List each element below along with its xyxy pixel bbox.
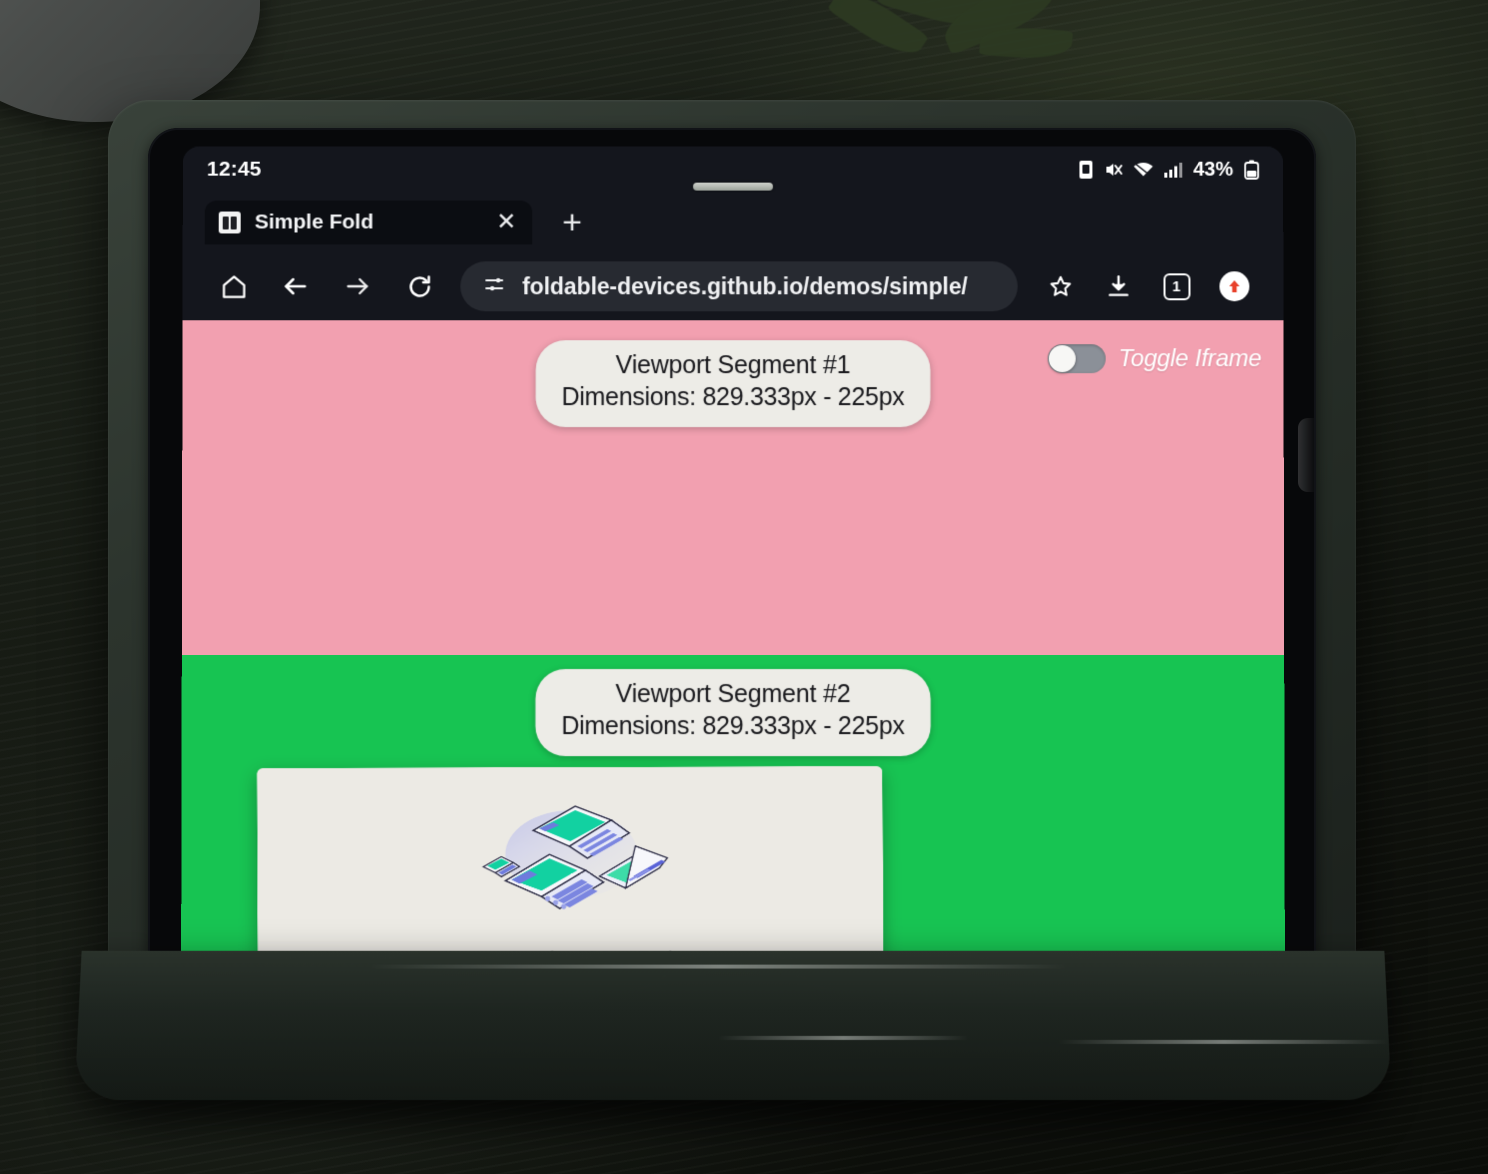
profile-update-icon[interactable] xyxy=(1205,261,1263,311)
segment-1-card: Viewport Segment #1 Dimensions: 829.333p… xyxy=(535,340,931,427)
tab-count: 1 xyxy=(1162,272,1191,300)
forward-icon[interactable] xyxy=(326,260,388,312)
browser-tab[interactable]: Simple Fold ✕ xyxy=(204,200,533,245)
segment-1-title: Viewport Segment #1 xyxy=(615,351,851,380)
toggle-iframe-switch[interactable] xyxy=(1047,344,1106,374)
tab-title: Simple Fold xyxy=(254,210,374,234)
address-bar[interactable]: foldable-devices.github.io/demos/simple/ xyxy=(460,261,1018,312)
photo-scene: 12:45 43% Simple Fold ✕ + foldable-devic… xyxy=(0,0,1488,1174)
case-highlight-line xyxy=(1058,1039,1389,1044)
segment-2-dimensions: Dimensions: 829.333px - 225px xyxy=(561,712,905,741)
new-tab-button[interactable]: + xyxy=(562,204,582,242)
toggle-iframe-label: Toggle Iframe xyxy=(1118,344,1262,372)
star-icon[interactable] xyxy=(1032,261,1090,311)
earpiece-speaker xyxy=(693,182,773,191)
back-icon[interactable] xyxy=(264,260,326,312)
download-icon[interactable] xyxy=(1090,261,1148,311)
url-text: foldable-devices.github.io/demos/simple/ xyxy=(522,272,968,299)
web-page-content: Viewport Segment #1 Dimensions: 829.333p… xyxy=(181,320,1285,991)
close-icon[interactable]: ✕ xyxy=(496,209,516,236)
toggle-knob xyxy=(1048,345,1076,373)
device-screen: 12:45 43% Simple Fold ✕ + foldable-devic… xyxy=(181,146,1285,991)
battery-icon xyxy=(1244,160,1259,180)
reload-icon[interactable] xyxy=(388,260,450,312)
tune-icon[interactable] xyxy=(482,272,506,301)
segment-2-title: Viewport Segment #2 xyxy=(615,680,851,709)
profile-avatar xyxy=(1219,271,1250,302)
mute-icon xyxy=(1103,160,1123,180)
battery-percent: 43% xyxy=(1193,158,1234,181)
side-button[interactable] xyxy=(1298,418,1314,492)
viewport-segment-2: Viewport Segment #2 Dimensions: 829.333p… xyxy=(181,655,1285,991)
case-highlight-line xyxy=(717,1035,969,1040)
foldable-device-favicon xyxy=(218,211,241,234)
browser-toolbar: foldable-devices.github.io/demos/simple/… xyxy=(182,252,1284,321)
wifi-icon xyxy=(1132,160,1154,180)
home-icon[interactable] xyxy=(203,260,265,312)
case-highlight-line xyxy=(369,964,1067,969)
phone-case-lower-lip xyxy=(74,950,1392,1101)
tab-switcher-button[interactable]: 1 xyxy=(1147,261,1205,311)
segment-2-card: Viewport Segment #2 Dimensions: 829.333p… xyxy=(535,669,931,756)
status-clock: 12:45 xyxy=(206,157,262,181)
tab-strip: Simple Fold ✕ + xyxy=(182,192,1284,253)
foldable-laptops-illustration xyxy=(279,782,861,925)
status-icons: 43% xyxy=(1077,158,1259,181)
viewport-segment-1: Viewport Segment #1 Dimensions: 829.333p… xyxy=(181,320,1285,656)
segment-1-dimensions: Dimensions: 829.333px - 225px xyxy=(561,383,905,412)
screenshot-icon xyxy=(1077,160,1094,180)
toggle-iframe-control[interactable]: Toggle Iframe xyxy=(1047,344,1262,374)
status-bar: 12:45 43% xyxy=(182,146,1284,193)
signal-icon xyxy=(1163,160,1183,180)
